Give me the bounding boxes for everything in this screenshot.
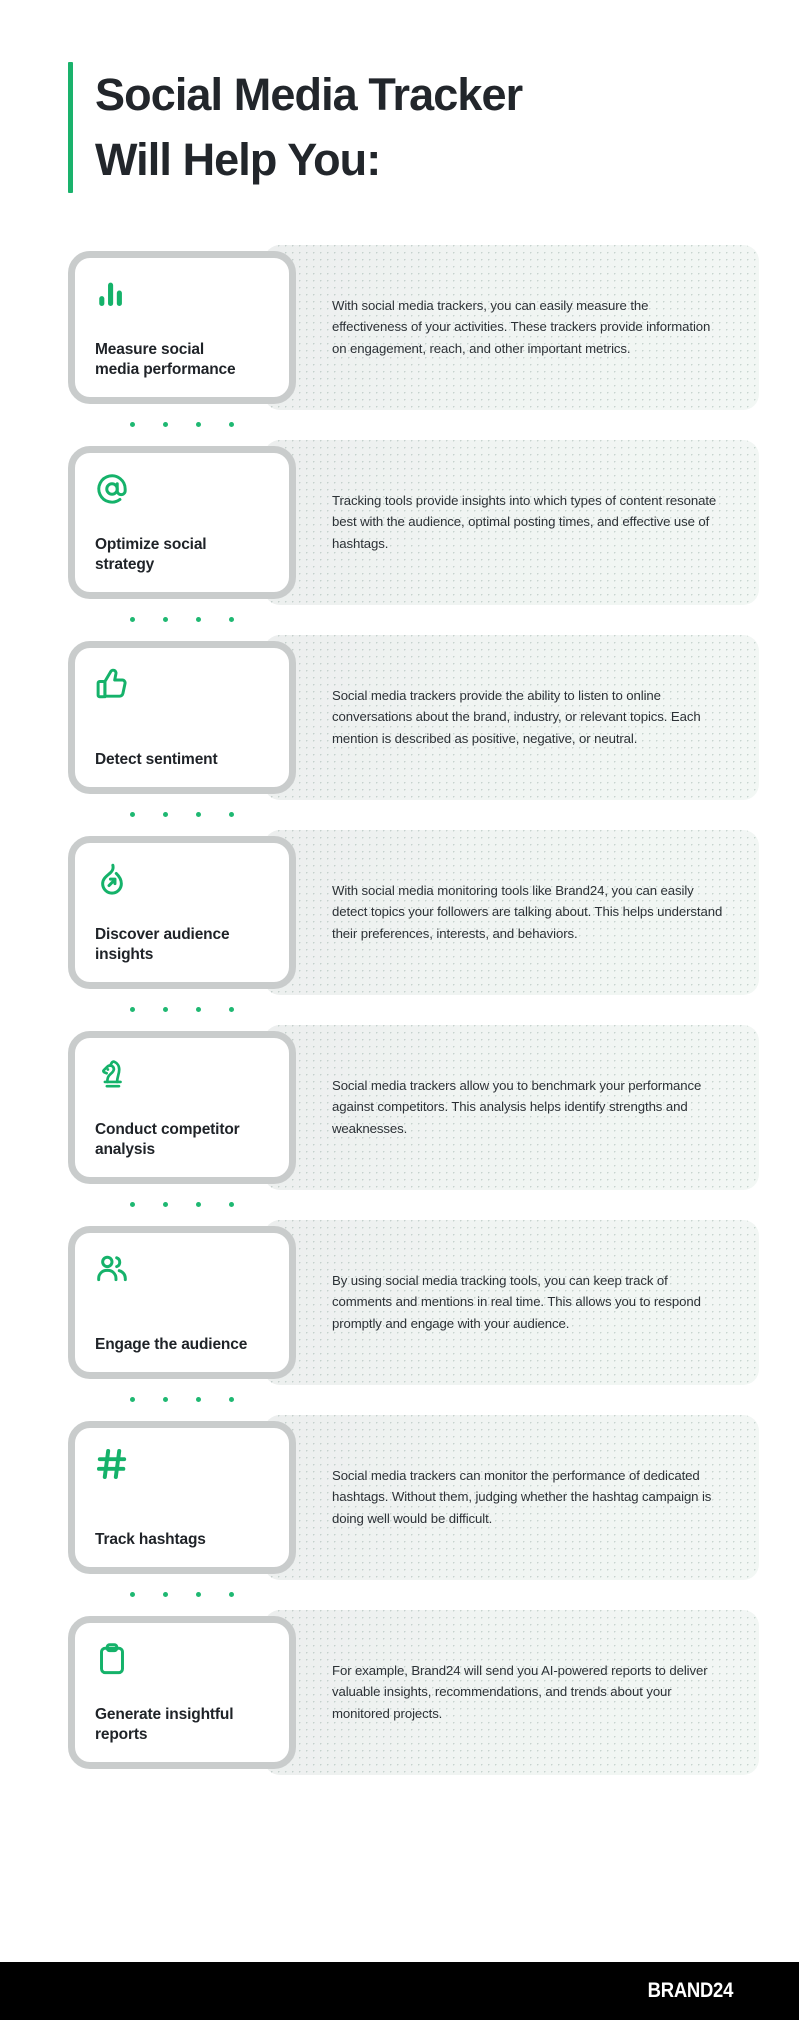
benefit-description: With social media monitoring tools like … xyxy=(332,882,723,941)
separator-dot xyxy=(163,1397,168,1402)
card-separator-dots xyxy=(68,995,296,1025)
separator-dot xyxy=(196,1202,201,1207)
page-header: Social Media Tracker Will Help You: xyxy=(0,0,799,193)
separator-dot xyxy=(163,617,168,622)
separator-dot xyxy=(163,422,168,427)
page-footer: BRAND24 xyxy=(0,1962,799,2020)
benefit-card-title: Generate insightful reports xyxy=(95,1705,234,1744)
separator-dot xyxy=(229,422,234,427)
bar-chart-icon xyxy=(95,277,129,311)
benefit-card-title: Engage the audience xyxy=(95,1336,248,1354)
chess-knight-icon xyxy=(95,1057,129,1091)
benefit-card[interactable]: Engage the audience xyxy=(68,1225,296,1379)
benefit-card[interactable]: Measure social media performance xyxy=(68,250,296,404)
card-separator-dots xyxy=(68,800,296,830)
benefit-card-title: Measure social media performance xyxy=(95,340,236,379)
benefit-row: Discover audience insights With social me… xyxy=(0,829,799,995)
benefit-description: Social media trackers provide the abilit… xyxy=(332,687,701,746)
benefit-row-inner: Discover audience insights With social me… xyxy=(68,829,759,995)
benefit-row: Generate insightful reports For example, … xyxy=(0,1609,799,1775)
benefit-row: Conduct competitor analysis Social media … xyxy=(0,1024,799,1190)
benefit-description: Social media trackers can monitor the pe… xyxy=(332,1467,712,1526)
card-separator-dots xyxy=(68,1385,296,1415)
separator-dot xyxy=(130,1202,135,1207)
separator-dot xyxy=(130,617,135,622)
benefit-card-title: Conduct competitor analysis xyxy=(95,1120,240,1159)
benefit-description-area: With social media monitoring tools like … xyxy=(296,830,759,995)
separator-dot xyxy=(130,812,135,817)
separator-dot xyxy=(229,812,234,817)
separator-dot xyxy=(163,812,168,817)
brand-logo: BRAND24 xyxy=(647,1979,734,2002)
separator-dot xyxy=(130,1592,135,1597)
benefit-row-inner: Optimize social strategy Tracking tools p… xyxy=(68,439,759,605)
benefit-row: Track hashtags Social media trackers can … xyxy=(0,1414,799,1580)
at-sign-icon xyxy=(95,472,129,506)
separator-dot xyxy=(229,617,234,622)
separator-dot xyxy=(196,422,201,427)
benefit-description: By using social media tracking tools, yo… xyxy=(332,1272,701,1331)
benefit-description: Tracking tools provide insights into whi… xyxy=(332,492,717,551)
separator-dot xyxy=(196,1007,201,1012)
separator-dot xyxy=(163,1202,168,1207)
separator-dot xyxy=(196,1592,201,1597)
benefit-row: Engage the audience By using social media… xyxy=(0,1219,799,1385)
separator-dot xyxy=(229,1397,234,1402)
separator-dot xyxy=(196,812,201,817)
thumbs-up-icon xyxy=(95,667,129,701)
benefit-row: Optimize social strategy Tracking tools p… xyxy=(0,439,799,605)
benefit-description-area: Social media trackers provide the abilit… xyxy=(296,635,759,800)
card-separator-dots xyxy=(68,605,296,635)
benefit-row: Detect sentiment Social media trackers pr… xyxy=(0,634,799,800)
benefit-description: Social media trackers allow you to bench… xyxy=(332,1077,702,1136)
separator-dot xyxy=(229,1007,234,1012)
benefit-card[interactable]: Discover audience insights xyxy=(68,835,296,989)
separator-dot xyxy=(130,1397,135,1402)
infographic-page: Social Media Tracker Will Help You: Meas… xyxy=(0,0,799,2020)
benefit-description-area: For example, Brand24 will send you AI-po… xyxy=(296,1610,759,1775)
benefit-row-inner: Conduct competitor analysis Social media … xyxy=(68,1024,759,1190)
benefit-row-inner: Detect sentiment Social media trackers pr… xyxy=(68,634,759,800)
benefit-description-area: With social media trackers, you can easi… xyxy=(296,245,759,410)
separator-dot xyxy=(130,422,135,427)
benefit-description-area: By using social media tracking tools, yo… xyxy=(296,1220,759,1385)
benefit-row: Measure social media performance With soc… xyxy=(0,244,799,410)
benefit-row-inner: Engage the audience By using social media… xyxy=(68,1219,759,1385)
benefit-card-title: Detect sentiment xyxy=(95,751,218,769)
benefit-card-title: Optimize social strategy xyxy=(95,535,207,574)
benefit-card[interactable]: Conduct competitor analysis xyxy=(68,1030,296,1184)
card-separator-dots xyxy=(68,1580,296,1610)
separator-dot xyxy=(196,1397,201,1402)
benefit-card[interactable]: Optimize social strategy xyxy=(68,445,296,599)
separator-dot xyxy=(130,1007,135,1012)
benefit-card-title: Track hashtags xyxy=(95,1531,206,1549)
benefit-description-area: Tracking tools provide insights into whi… xyxy=(296,440,759,605)
separator-dot xyxy=(229,1202,234,1207)
page-title: Social Media Tracker Will Help You: xyxy=(95,69,523,186)
benefit-row-inner: Generate insightful reports For example, … xyxy=(68,1609,759,1775)
separator-dot xyxy=(229,1592,234,1597)
benefit-row-inner: Track hashtags Social media trackers can … xyxy=(68,1414,759,1580)
hashtag-icon xyxy=(95,1447,129,1481)
benefit-description-area: Social media trackers can monitor the pe… xyxy=(296,1415,759,1580)
flame-trend-icon xyxy=(95,862,129,896)
separator-dot xyxy=(163,1592,168,1597)
benefit-description: For example, Brand24 will send you AI-po… xyxy=(332,1662,708,1721)
benefit-card[interactable]: Generate insightful reports xyxy=(68,1615,296,1769)
benefit-description-area: Social media trackers allow you to bench… xyxy=(296,1025,759,1190)
separator-dot xyxy=(163,1007,168,1012)
separator-dot xyxy=(196,617,201,622)
header-accent-bar xyxy=(68,62,73,193)
benefit-card[interactable]: Track hashtags xyxy=(68,1420,296,1574)
benefit-card-title: Discover audience insights xyxy=(95,925,230,964)
card-separator-dots xyxy=(68,410,296,440)
clipboard-report-icon xyxy=(95,1642,129,1676)
benefit-description: With social media trackers, you can easi… xyxy=(332,297,711,356)
benefit-card[interactable]: Detect sentiment xyxy=(68,640,296,794)
benefit-row-inner: Measure social media performance With soc… xyxy=(68,244,759,410)
users-icon xyxy=(95,1252,129,1286)
card-separator-dots xyxy=(68,1190,296,1220)
benefit-card-list: Measure social media performance With soc… xyxy=(0,244,799,1775)
